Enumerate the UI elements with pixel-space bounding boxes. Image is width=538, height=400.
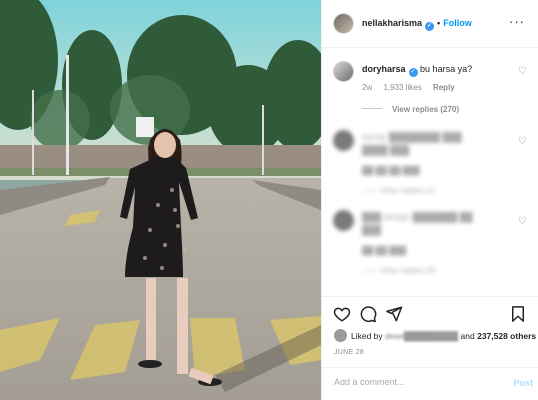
more-horizontal-icon[interactable]: ··· (509, 14, 525, 29)
comment-bubble-icon[interactable] (359, 305, 377, 323)
post-header: nellakharisma ✓ • Follow ··· (322, 0, 538, 48)
author-avatar[interactable] (333, 13, 354, 34)
commenter-username[interactable]: doryharsa (362, 64, 406, 74)
comment-body: bu harsa ya? (420, 64, 473, 74)
comment-text-line: doryharsa ✓ bu harsa ya? (362, 64, 472, 77)
comment-body-blurred: ████ ███ (362, 145, 410, 155)
post-photo[interactable] (0, 0, 321, 400)
liked-by-username[interactable]: dewi█████████ (385, 331, 458, 341)
heart-outline-icon[interactable] (333, 305, 351, 323)
paper-plane-icon[interactable] (385, 305, 403, 323)
author-line: nellakharisma ✓ • Follow (362, 18, 472, 31)
comment-like-heart-icon[interactable]: ♡ (518, 136, 527, 147)
liked-by-line: Liked by dewi█████████ and 237,528 other… (334, 329, 536, 342)
post-date[interactable]: JUNE 28 (334, 349, 364, 356)
comment-like-heart-icon[interactable]: ♡ (518, 66, 527, 77)
commenter-avatar[interactable] (333, 210, 354, 231)
liker-avatar[interactable] (334, 329, 347, 342)
reply-button[interactable]: Reply (433, 83, 455, 92)
comment-time[interactable]: 2w (362, 83, 372, 92)
view-replies-blurred[interactable]: —— View replies (4) (362, 266, 435, 275)
divider-line (362, 108, 382, 109)
photo-illustration (0, 0, 321, 400)
add-comment-bar: Post (322, 367, 538, 400)
verified-badge-icon: ✓ (408, 68, 418, 77)
author-username[interactable]: nellakharisma (362, 18, 422, 28)
comment-meta-blurred: ██ ██ ███ (362, 246, 407, 255)
commenter-avatar[interactable] (333, 61, 354, 82)
bookmark-icon[interactable] (509, 305, 527, 323)
view-replies-blurred[interactable]: —— View replies (1) (362, 186, 435, 195)
commenter-avatar[interactable] (333, 130, 354, 151)
comments-list[interactable]: doryharsa ✓ bu harsa ya? 2w 1,933 likes R… (322, 48, 538, 295)
post-side-panel: nellakharisma ✓ • Follow ··· doryharsa ✓ bu … (321, 0, 538, 400)
post-actions: Liked by dewi█████████ and 237,528 other… (322, 296, 538, 400)
comment-meta: 2w 1,933 likes Reply (362, 83, 464, 92)
follow-button[interactable]: Follow (443, 18, 472, 28)
add-comment-input[interactable] (334, 377, 494, 387)
comment-like-heart-icon[interactable]: ♡ (518, 216, 527, 227)
verified-badge-icon: ✓ (425, 22, 435, 31)
comment-body-blurred: ███ (362, 225, 382, 235)
view-replies-label: View replies (270) (392, 105, 459, 114)
view-replies-button[interactable]: View replies (270) (362, 105, 459, 114)
separator-dot: • (437, 18, 441, 28)
commenter-username-blurred[interactable]: hendy ████████ ███ (362, 132, 492, 142)
liked-by-and: and (460, 331, 475, 341)
comment-meta-blurred: ██ ██ ██ ███ (362, 166, 420, 175)
liked-by-prefix: Liked by (351, 331, 383, 341)
comment-likes[interactable]: 1,933 likes (383, 83, 421, 92)
commenter-username-blurred[interactable]: ███ design ███████ ██ (362, 212, 502, 222)
post-comment-button[interactable]: Post (513, 378, 533, 388)
likes-count[interactable]: 237,528 others (477, 331, 536, 341)
